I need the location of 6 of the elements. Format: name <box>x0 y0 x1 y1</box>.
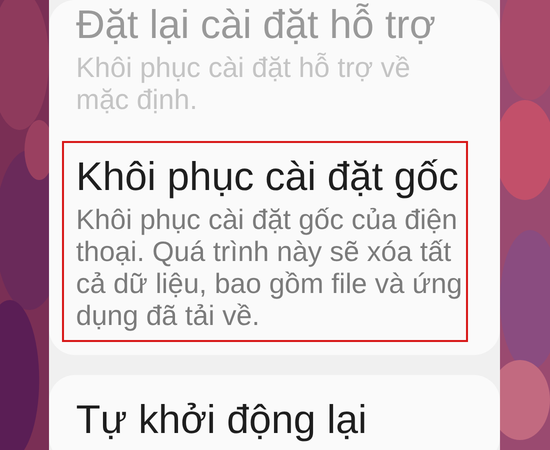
item-title: Tự khởi động lại <box>76 400 367 440</box>
settings-item[interactable]: Tự khởi động lại <box>62 384 468 450</box>
item-title: Khôi phục cài đặt gốc <box>76 157 458 197</box>
item-title: Đặt lại cài đặt hỗ trợ <box>76 5 436 45</box>
item-description: Khôi phục cài đặt gốc của điện thoại. Quá trình này sẽ xóa tất cả dữ liệu, bao gồm file và ứng dụng đã tải về. <box>76 204 464 332</box>
highlighted-settings-item[interactable]: Khôi phục cài đặt gốc Khôi phục cài đặt gốc của điện thoại. Quá trình này sẽ xóa tất cả dữ liệu, bao gồm file và ứng dụng đã tải về. <box>62 141 468 342</box>
